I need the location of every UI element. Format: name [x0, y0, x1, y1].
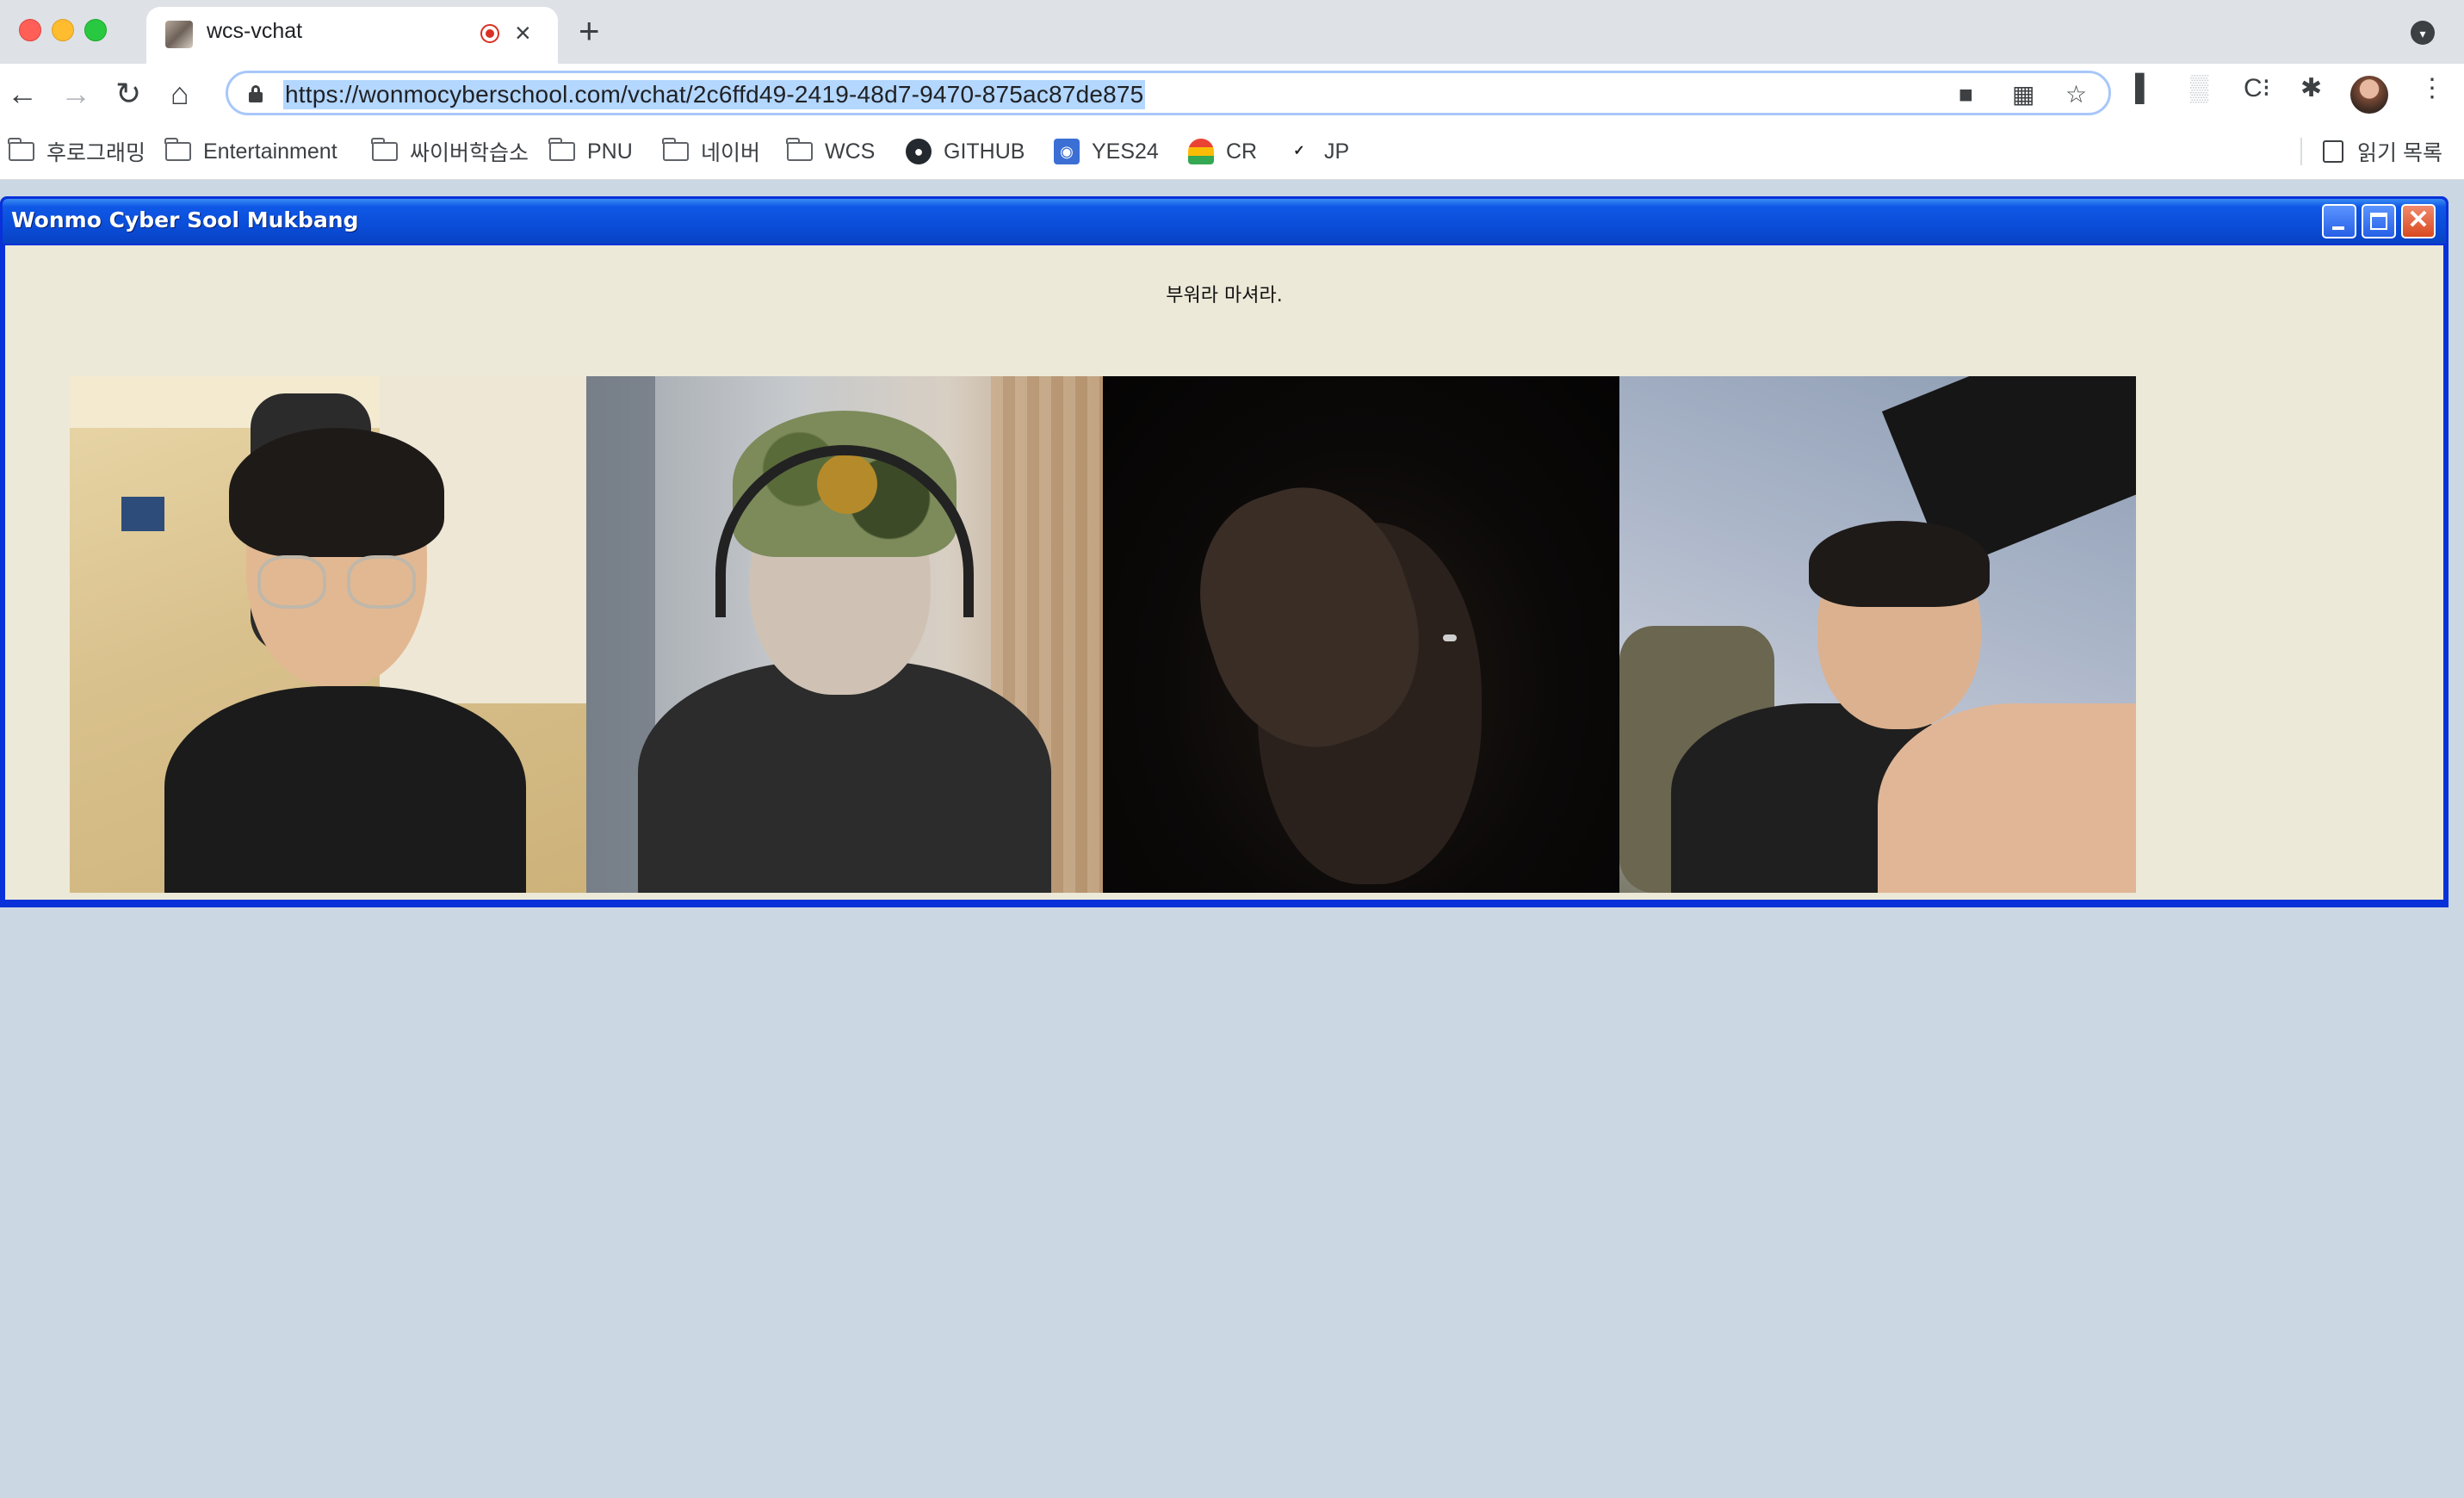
back-button[interactable]: ← [7, 74, 38, 114]
folder-icon [8, 138, 34, 161]
reading-list-icon [2323, 140, 2343, 163]
app-minimize-button[interactable] [2322, 204, 2356, 238]
bookmark-label: 싸이버학습소 [410, 141, 529, 165]
bookmark-item[interactable]: ◉ YES24 [1054, 136, 1159, 167]
bookmark-item[interactable]: Entertainment [164, 136, 337, 167]
extension-2-icon[interactable]: ▒ [2190, 74, 2208, 103]
person-hair [1809, 521, 1990, 607]
reading-list-label: 읽기 목록 [2357, 141, 2442, 165]
extension-3-icon[interactable]: C⁝ [2244, 74, 2270, 103]
app-window-content: 부워라 마셔라. [5, 245, 2443, 900]
json-icon: ✓ [1293, 144, 1305, 158]
person-body [164, 686, 526, 893]
close-tab-icon[interactable]: × [515, 15, 531, 50]
url-text[interactable]: https://wonmocyberschool.com/vchat/2c6ff… [283, 80, 1146, 109]
tab-favicon-icon [165, 21, 193, 48]
bookmark-item[interactable]: 후로그래밍 [8, 136, 146, 167]
profile-avatar[interactable] [2350, 76, 2388, 114]
install-app-icon[interactable]: ▦ [2012, 82, 2034, 108]
glasses-right [347, 555, 416, 609]
bookmarks-bar: 후로그래밍 Entertainment 싸이버학습소 PNU 네이버 WCS ●… [0, 126, 2464, 180]
app-window: Wonmo Cyber Sool Mukbang ✕ 부워라 마셔라. [0, 196, 2449, 907]
reload-button[interactable]: ↻ [115, 74, 141, 114]
yes24-icon: ◉ [1054, 139, 1080, 164]
folder-icon [662, 138, 689, 161]
person-hair [229, 428, 444, 557]
bookmark-label: CR [1226, 139, 1258, 164]
zoom-window-button[interactable] [84, 19, 107, 41]
browser-toolbar: ← → ↻ ⌂ https://wonmocyberschool.com/vch… [0, 64, 2464, 126]
bookmark-item[interactable]: ● GITHUB [906, 136, 1025, 167]
bookmark-label: GITHUB [944, 139, 1025, 164]
bookmark-label: 네이버 [701, 141, 761, 165]
bookmarks-divider [2300, 138, 2302, 165]
video-feed-2[interactable] [586, 376, 1103, 893]
bookmark-item[interactable]: 네이버 [662, 136, 761, 167]
folder-icon [786, 138, 813, 161]
chat-message: 부워라 마셔라. [1166, 285, 1283, 306]
cr-icon [1188, 139, 1214, 164]
app-window-titlebar[interactable]: Wonmo Cyber Sool Mukbang ✕ [3, 199, 2446, 244]
video-feed-1[interactable] [70, 376, 586, 893]
browser-tab-strip: wcs-vchat × + ▾ [0, 0, 2464, 64]
bookmark-item[interactable]: PNU [548, 136, 633, 167]
folder-icon [371, 138, 398, 161]
bookmark-label: Entertainment [203, 139, 337, 164]
browser-tab-active[interactable]: wcs-vchat × [146, 7, 558, 64]
new-tab-button[interactable]: + [579, 10, 600, 52]
extensions-puzzle-icon[interactable]: ✱ [2300, 74, 2322, 103]
video-feed-4[interactable] [1619, 376, 2136, 893]
close-window-button[interactable] [19, 19, 41, 41]
app-close-button[interactable]: ✕ [2401, 204, 2436, 238]
tab-title: wcs-vchat [207, 19, 303, 43]
browser-menu-icon[interactable]: ⋮ [2419, 74, 2445, 103]
bookmark-label: 후로그래밍 [46, 141, 146, 165]
tab-search-icon[interactable]: ▾ [2411, 21, 2435, 45]
app-maximize-button[interactable] [2362, 204, 2396, 238]
folder-icon [164, 138, 191, 161]
lock-icon[interactable] [249, 85, 263, 102]
bookmark-label: WCS [825, 139, 876, 164]
home-button[interactable]: ⌂ [170, 74, 189, 114]
minimize-window-button[interactable] [52, 19, 74, 41]
extension-1-icon[interactable]: ▌ [2135, 74, 2153, 103]
bookmark-label: YES24 [1092, 139, 1159, 164]
bookmark-label: PNU [587, 139, 633, 164]
bookmark-item[interactable]: 싸이버학습소 [371, 136, 529, 167]
folder-icon [548, 138, 575, 161]
video-feed-3[interactable] [1103, 376, 1619, 893]
reading-list-button[interactable]: 읽기 목록 [2323, 136, 2442, 167]
wall-sticker [121, 497, 164, 531]
bookmark-star-icon[interactable]: ☆ [2065, 82, 2087, 108]
address-bar[interactable]: https://wonmocyberschool.com/vchat/2c6ff… [226, 71, 2111, 115]
forward-button[interactable]: → [60, 74, 91, 114]
glasses-left [257, 555, 326, 609]
app-window-title: Wonmo Cyber Sool Mukbang [11, 207, 359, 232]
eye-glint [1443, 634, 1457, 641]
bookmark-item[interactable]: CR [1188, 136, 1257, 167]
recording-indicator-icon [480, 24, 499, 43]
github-icon: ● [906, 139, 932, 164]
bookmark-label: JP [1324, 139, 1350, 164]
bookmark-item[interactable]: ✓ JP [1286, 136, 1349, 167]
bookmark-item[interactable]: WCS [786, 136, 876, 167]
person-body [638, 660, 1051, 893]
camera-in-use-icon[interactable]: ■ [1959, 82, 1973, 108]
